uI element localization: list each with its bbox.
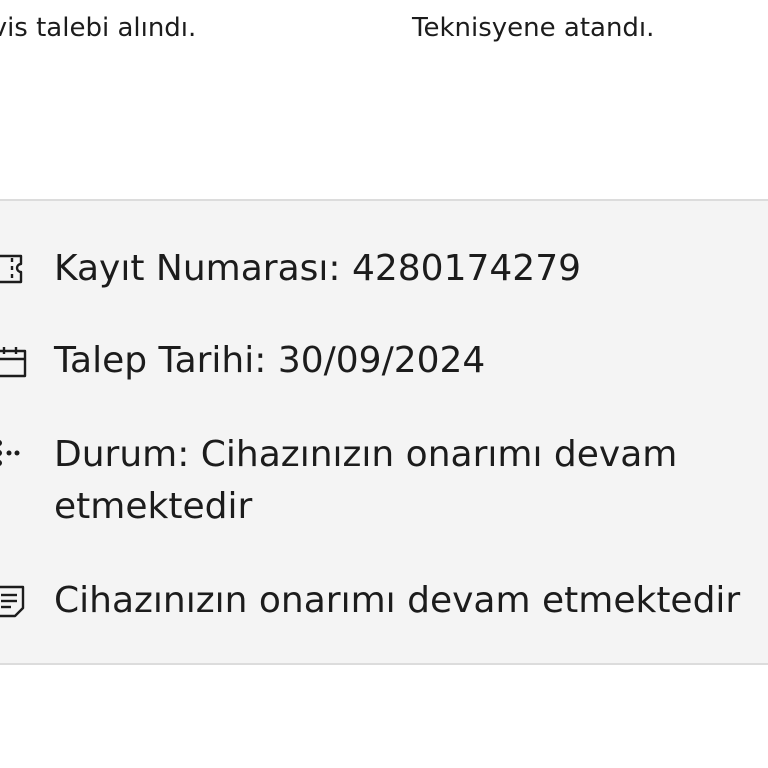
record-number: Kayıt Numarası: 4280174279 [54, 248, 582, 289]
ticket-icon [0, 247, 32, 291]
calendar-icon [0, 339, 32, 383]
screen: rvis talebi alındı. Teknisyene atandı. K… [0, 0, 768, 768]
note-icon [0, 579, 32, 623]
status-dots-icon [0, 433, 32, 477]
service-details-panel: Kayıt Numarası: 4280174279 Talep Tarihi:… [0, 199, 768, 665]
request-date: Talep Tarihi: 30/09/2024 [54, 340, 486, 381]
status-text: Durum: Cihazınızın onarımı devam etmekte… [54, 434, 678, 527]
progress-step-received: rvis talebi alındı. [0, 13, 197, 43]
progress-step-assigned: Teknisyene atandı. [412, 13, 655, 43]
note-text: Cihazınızın onarımı devam etmektedir [54, 580, 741, 621]
